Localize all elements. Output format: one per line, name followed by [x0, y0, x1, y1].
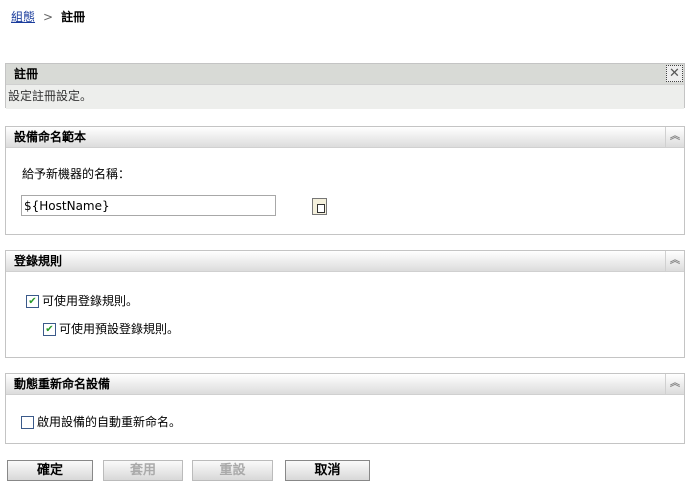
registration-intro-panel: 註冊 ✕ 設定註冊設定。: [5, 63, 685, 109]
new-machine-name-label: 給予新機器的名稱：: [22, 167, 131, 181]
panel-title: 設備命名範本: [14, 130, 87, 144]
panel-header: 設備命名範本 ︽: [6, 127, 684, 148]
close-icon[interactable]: ✕: [666, 65, 683, 82]
panel-title: 登錄規則: [14, 254, 63, 268]
enable-default-rules-option[interactable]: ✔ 可使用預設登錄規則。: [43, 320, 179, 337]
collapse-icon[interactable]: ︽: [665, 374, 684, 394]
registration-rules-panel: 登錄規則 ︽ ✔ 可使用登錄規則。 ✔ 可使用預設登錄規則。: [5, 250, 685, 358]
insert-variable-icon[interactable]: [312, 198, 327, 215]
reset-button[interactable]: 重設: [192, 460, 273, 481]
enable-rules-checkbox[interactable]: ✔: [26, 295, 39, 308]
cancel-button[interactable]: 取消: [285, 460, 370, 481]
panel-title: 動態重新命名設備: [14, 377, 111, 391]
enable-rename-option[interactable]: 啟用設備的自動重新命名。: [21, 413, 181, 430]
breadcrumb-configuration-link[interactable]: 組態: [11, 10, 35, 24]
breadcrumb: 組態 > 註冊: [11, 8, 85, 25]
panel-header: 動態重新命名設備 ︽: [6, 374, 684, 395]
machine-name-input[interactable]: [21, 195, 276, 216]
enable-default-rules-checkbox[interactable]: ✔: [43, 323, 56, 336]
panel-header: 註冊 ✕: [6, 64, 684, 85]
apply-button[interactable]: 套用: [103, 460, 183, 481]
panel-header: 登錄規則 ︽: [6, 251, 684, 272]
breadcrumb-separator: >: [43, 10, 54, 24]
enable-rules-option[interactable]: ✔ 可使用登錄規則。: [26, 292, 138, 309]
checkbox-label: 啟用設備的自動重新命名。: [37, 415, 182, 429]
panel-title: 註冊: [14, 67, 39, 81]
enable-rename-checkbox[interactable]: [21, 416, 34, 429]
breadcrumb-current: 註冊: [61, 10, 86, 24]
ok-button[interactable]: 確定: [7, 460, 93, 481]
device-naming-template-panel: 設備命名範本 ︽ 給予新機器的名稱：: [5, 126, 685, 235]
dynamic-rename-panel: 動態重新命名設備 ︽ 啟用設備的自動重新命名。: [5, 373, 685, 444]
checkbox-label: 可使用預設登錄規則。: [59, 322, 180, 336]
collapse-icon[interactable]: ︽: [665, 127, 684, 147]
panel-description: 設定註冊設定。: [6, 85, 684, 109]
collapse-icon[interactable]: ︽: [665, 251, 684, 271]
checkbox-label: 可使用登錄規則。: [42, 294, 139, 308]
